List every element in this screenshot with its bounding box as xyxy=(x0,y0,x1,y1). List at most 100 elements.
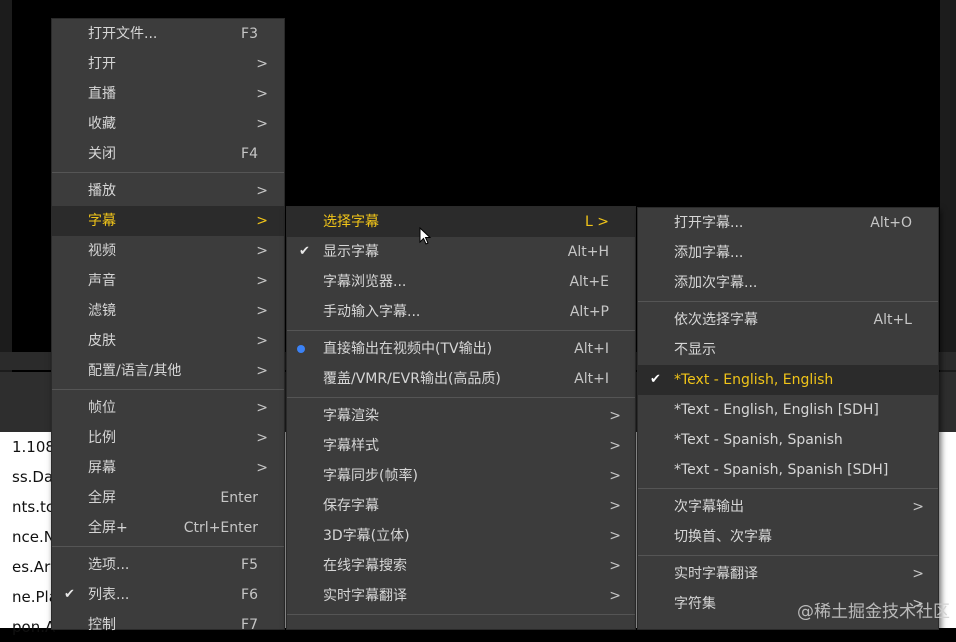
menu-item-label: 手动输入字幕... xyxy=(323,304,421,320)
menu-item-fullscreen[interactable]: 全屏 Enter xyxy=(52,483,284,513)
menu-item-add-subtitle[interactable]: 添加字幕... xyxy=(638,238,938,268)
menu-item-label: 字幕渲染 xyxy=(323,408,379,424)
menu-item-config-language[interactable]: 配置/语言/其他 > xyxy=(52,356,284,386)
menu-separator xyxy=(52,172,284,173)
menu-item-track-spanish[interactable]: *Text - Spanish, Spanish xyxy=(638,425,938,455)
shortcut-label: Alt+L xyxy=(873,312,913,328)
menu-item-tv-output[interactable]: 直接输出在视频中(TV输出) Alt+I xyxy=(287,334,635,364)
menu-item-label: 字幕 xyxy=(88,213,116,229)
shortcut-label: Alt+I xyxy=(574,341,609,357)
menu-separator xyxy=(638,301,938,302)
menu-item-live-translate[interactable]: 实时字幕翻译 > xyxy=(638,559,938,589)
menu-item-skins[interactable]: 皮肤 > xyxy=(52,326,284,356)
menu-item-label: 添加次字幕... xyxy=(674,275,758,291)
menu-item-label: 保存字幕 xyxy=(323,498,379,514)
menu-item-add-secondary-subtitle[interactable]: 添加次字幕... xyxy=(638,268,938,298)
menu-item-label: 帧位 xyxy=(88,400,116,416)
submenu-arrow-icon: > xyxy=(609,498,621,514)
checkmark-icon: ✔ xyxy=(650,372,661,387)
submenu-arrow-icon: > xyxy=(609,468,621,484)
menu-separator xyxy=(287,330,635,331)
submenu-arrow-icon: > xyxy=(609,588,621,604)
menu-item-close[interactable]: 关闭 F4 xyxy=(52,139,284,169)
menu-item-label: 在线字幕搜索 xyxy=(323,558,407,574)
submenu-arrow-icon: > xyxy=(256,363,268,379)
menu-item-show-subtitle[interactable]: ✔ 显示字幕 Alt+H xyxy=(287,237,635,267)
menu-separator xyxy=(287,614,635,615)
menu-item-label: 实时字幕翻译 xyxy=(674,566,758,582)
menu-item-track-english-sdh[interactable]: *Text - English, English [SDH] xyxy=(638,395,938,425)
menu-item-subtitle-sync[interactable]: 字幕同步(帧率) > xyxy=(287,461,635,491)
radio-selected-icon xyxy=(297,345,305,353)
menu-item-open-file[interactable]: 打开文件... F3 xyxy=(52,19,284,49)
menu-item-open-subtitle[interactable]: 打开字幕... Alt+O xyxy=(638,208,938,238)
menu-item-open[interactable]: 打开 > xyxy=(52,49,284,79)
shortcut-label: Alt+P xyxy=(569,304,609,320)
menu-item-screen[interactable]: 屏幕 > xyxy=(52,453,284,483)
menu-item-select-subtitle[interactable]: 选择字幕 L > xyxy=(287,207,635,237)
checkmark-icon: ✔ xyxy=(299,244,310,259)
menu-item-label: 选项... xyxy=(88,557,130,573)
menu-item-label: *Text - Spanish, Spanish xyxy=(674,432,843,448)
menu-item-live[interactable]: 直播 > xyxy=(52,79,284,109)
menu-item-hide-subtitle[interactable]: 不显示 xyxy=(638,335,938,365)
shortcut-label: Enter xyxy=(220,490,258,506)
menu-item-label: 依次选择字幕 xyxy=(674,312,758,328)
menu-item-label: 皮肤 xyxy=(88,333,116,349)
menu-item-live-translate[interactable]: 实时字幕翻译 > xyxy=(287,581,635,611)
menu-item-label: 字幕样式 xyxy=(323,438,379,454)
menu-item-label: 关闭 xyxy=(88,146,116,162)
menu-item-ratio[interactable]: 比例 > xyxy=(52,423,284,453)
menu-item-playlist[interactable]: ✔ 列表... F6 xyxy=(52,580,284,610)
menu-item-fullscreen-plus[interactable]: 全屏+ Ctrl+Enter xyxy=(52,513,284,543)
submenu-arrow-icon: > xyxy=(256,460,268,476)
menu-item-overlay-output[interactable]: 覆盖/VMR/EVR输出(高品质) Alt+I xyxy=(287,364,635,394)
menu-item-label: 覆盖/VMR/EVR输出(高品质) xyxy=(323,371,501,387)
menu-item-options[interactable]: 选项... F5 xyxy=(52,550,284,580)
subtitle-submenu: 选择字幕 L > ✔ 显示字幕 Alt+H 字幕浏览器... Alt+E 手动输入字幕.… xyxy=(286,206,636,630)
menu-item-cycle-subtitle[interactable]: 依次选择字幕 Alt+L xyxy=(638,305,938,335)
menu-item-track-english[interactable]: ✔ *Text - English, English xyxy=(638,365,938,395)
menu-item-control[interactable]: 控制 F7 xyxy=(52,610,284,640)
menu-item-audio[interactable]: 声音 > xyxy=(52,266,284,296)
menu-item-secondary-output[interactable]: 次字幕输出 > xyxy=(638,492,938,522)
menu-item-track-spanish-sdh[interactable]: *Text - Spanish, Spanish [SDH] xyxy=(638,455,938,485)
menu-item-filters[interactable]: 滤镜 > xyxy=(52,296,284,326)
menu-item-play[interactable]: 播放 > xyxy=(52,176,284,206)
menu-item-label: 添加字幕... xyxy=(674,245,744,261)
menu-item-label: 滤镜 xyxy=(88,303,116,319)
menu-item-label: 屏幕 xyxy=(88,460,116,476)
watermark: @稀土掘金技术社区 xyxy=(797,602,950,622)
menu-item-favorites[interactable]: 收藏 > xyxy=(52,109,284,139)
menu-item-save-subtitle[interactable]: 保存字幕 > xyxy=(287,491,635,521)
menu-separator xyxy=(638,555,938,556)
menu-item-subtitles[interactable]: 字幕 > xyxy=(52,206,284,236)
menu-item-subtitle-render[interactable]: 字幕渲染 > xyxy=(287,401,635,431)
menu-item-label: *Text - English, English xyxy=(674,372,834,388)
shortcut-label: Alt+E xyxy=(569,274,609,290)
menu-item-label: *Text - English, English [SDH] xyxy=(674,402,879,418)
menu-item-frame[interactable]: 帧位 > xyxy=(52,393,284,423)
menu-item-swap-subtitles[interactable]: 切换首、次字幕 xyxy=(638,522,938,552)
submenu-arrow-icon: > xyxy=(256,333,268,349)
menu-item-3d-subtitle[interactable]: 3D字幕(立体) > xyxy=(287,521,635,551)
shortcut-label: Alt+H xyxy=(567,244,609,260)
submenu-arrow-icon: > xyxy=(609,438,621,454)
submenu-arrow-icon: > xyxy=(256,116,268,132)
submenu-arrow-icon: > xyxy=(256,183,268,199)
submenu-arrow-icon: > xyxy=(256,86,268,102)
menu-item-subtitle-browser[interactable]: 字幕浏览器... Alt+E xyxy=(287,267,635,297)
menu-item-manual-subtitle[interactable]: 手动输入字幕... Alt+P xyxy=(287,297,635,327)
menu-item-subtitle-style[interactable]: 字幕样式 > xyxy=(287,431,635,461)
select-subtitle-submenu: 打开字幕... Alt+O 添加字幕... 添加次字幕... 依次选择字幕 Alt+… xyxy=(637,207,939,630)
submenu-arrow-icon: > xyxy=(256,56,268,72)
submenu-arrow-icon: > xyxy=(256,430,268,446)
submenu-arrow-icon: > xyxy=(609,558,621,574)
submenu-arrow-icon: > xyxy=(609,528,621,544)
menu-item-label: 全屏 xyxy=(88,490,116,506)
menu-item-video[interactable]: 视频 > xyxy=(52,236,284,266)
menu-item-label: 显示字幕 xyxy=(323,244,379,260)
menu-item-label: 不显示 xyxy=(674,342,716,358)
submenu-arrow-icon: > xyxy=(256,243,268,259)
menu-item-online-search[interactable]: 在线字幕搜索 > xyxy=(287,551,635,581)
